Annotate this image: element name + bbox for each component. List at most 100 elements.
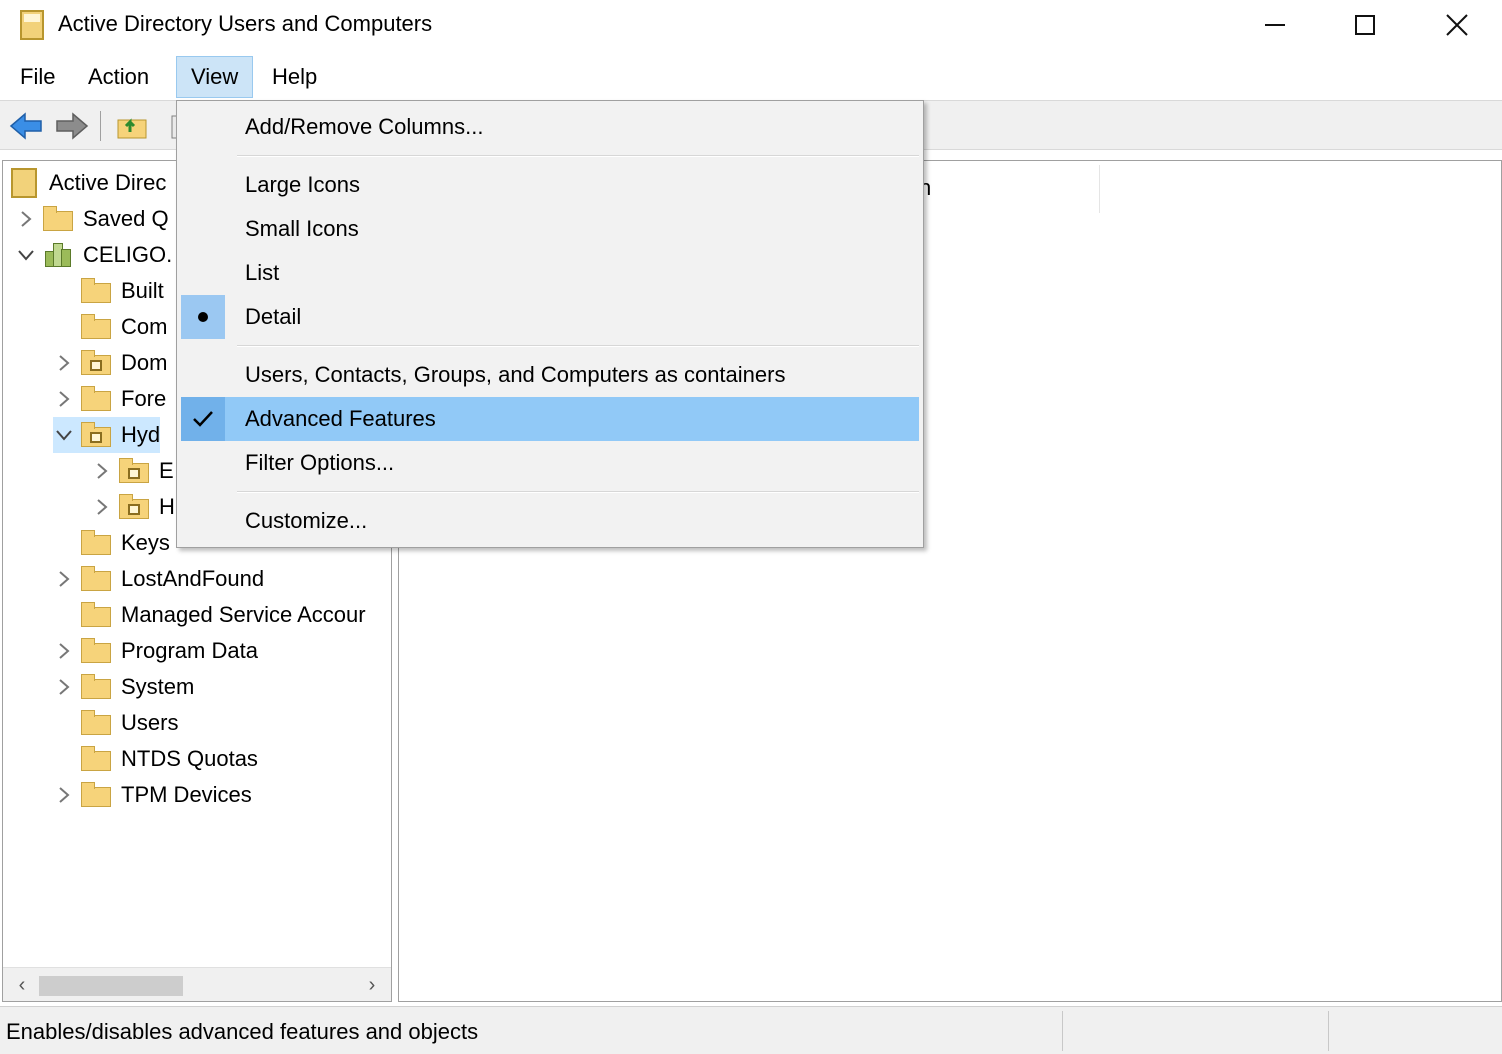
menu-item-gutter <box>181 163 225 207</box>
tree-item[interactable]: Dom <box>53 345 167 381</box>
expand-chevron-icon[interactable] <box>53 676 75 698</box>
menu-separator <box>237 345 919 347</box>
tree-item-label: Saved Q <box>83 206 169 231</box>
menu-view[interactable]: View <box>176 56 254 98</box>
folder-icon <box>81 314 111 339</box>
menu-item-label: Detail <box>245 304 302 329</box>
tree-item[interactable]: Users <box>53 705 178 741</box>
tree-item[interactable]: Com <box>53 309 167 345</box>
tree-item[interactable]: Hyd <box>53 417 161 453</box>
expand-chevron-icon[interactable] <box>91 460 113 482</box>
menu-item-gutter <box>181 441 225 485</box>
checkmark-icon <box>193 411 213 427</box>
collapse-chevron-icon[interactable] <box>15 244 37 266</box>
tree-item[interactable]: Fore <box>53 381 166 417</box>
tree-item[interactable]: Managed Service Accour <box>53 597 366 633</box>
back-arrow-icon <box>9 112 42 140</box>
tree-item-label: Fore <box>121 386 167 411</box>
tree-item[interactable]: System <box>53 669 194 705</box>
menu-item-detail[interactable]: Detail <box>181 295 919 339</box>
ou-folder-icon <box>119 494 149 519</box>
up-one-level-button[interactable] <box>114 109 150 143</box>
tree-item-label: Users <box>121 710 179 735</box>
menu-separator <box>237 155 919 157</box>
maximize-button[interactable] <box>1320 0 1410 50</box>
tree-item[interactable]: Active Direc <box>11 165 166 201</box>
domain-icon <box>43 241 73 269</box>
tree-item-label: Built <box>121 278 164 303</box>
minimize-icon <box>1265 24 1285 26</box>
menu-item-small-icons[interactable]: Small Icons <box>181 207 919 251</box>
menu-item-large-icons[interactable]: Large Icons <box>181 163 919 207</box>
scroll-right-icon[interactable]: › <box>359 972 385 998</box>
scroll-thumb[interactable] <box>39 976 183 996</box>
folder-icon <box>81 746 111 771</box>
menu-help[interactable]: Help <box>256 56 333 98</box>
ad-app-icon <box>20 10 44 40</box>
tree-item[interactable]: TPM Devices <box>53 777 252 813</box>
status-separator <box>1062 1011 1063 1051</box>
menu-item-gutter <box>181 397 225 441</box>
expand-chevron-icon[interactable] <box>15 208 37 230</box>
expand-chevron-icon[interactable] <box>53 568 75 590</box>
tree-item[interactable]: E <box>91 453 174 489</box>
tree-item[interactable]: Built <box>53 273 164 309</box>
status-bar: Enables/disables advanced features and o… <box>0 1006 1502 1054</box>
no-expander <box>53 604 75 626</box>
toolbar-separator <box>100 111 101 141</box>
forward-button[interactable] <box>54 109 90 143</box>
folder-icon <box>81 530 111 555</box>
ou-folder-icon <box>81 422 111 447</box>
tree-item[interactable]: Saved Q <box>15 201 169 237</box>
tree-item-label: Active Direc <box>49 170 167 195</box>
window-title: Active Directory Users and Computers <box>58 11 433 36</box>
tree-item[interactable]: LostAndFound <box>53 561 264 597</box>
menu-action[interactable]: Action <box>72 56 165 98</box>
tree-item[interactable]: H <box>91 489 175 525</box>
menu-item-label: Users, Contacts, Groups, and Computers a… <box>245 362 786 387</box>
ad-root-icon <box>11 168 37 198</box>
menu-item-gutter <box>181 207 225 251</box>
column-divider[interactable] <box>1099 165 1100 213</box>
tree-item[interactable]: NTDS Quotas <box>53 741 258 777</box>
expand-chevron-icon[interactable] <box>91 496 113 518</box>
forward-arrow-icon <box>56 112 89 140</box>
menu-item-label: Filter Options... <box>245 450 395 475</box>
menu-item-customize[interactable]: Customize... <box>181 499 919 543</box>
menu-item-advanced-features[interactable]: Advanced Features <box>181 397 919 441</box>
expand-chevron-icon[interactable] <box>53 784 75 806</box>
radio-bullet-icon <box>198 312 208 322</box>
tree-item-label: H <box>159 494 175 519</box>
tree-item-label: Keys <box>121 530 170 555</box>
tree-item[interactable]: Program Data <box>53 633 258 669</box>
tree-item[interactable]: CELIGO. <box>15 237 172 273</box>
expand-chevron-icon[interactable] <box>53 388 75 410</box>
ou-folder-icon <box>81 350 111 375</box>
menu-file[interactable]: File <box>4 56 71 98</box>
back-button[interactable] <box>8 109 44 143</box>
folder-icon <box>81 278 111 303</box>
tree-item-label: TPM Devices <box>121 782 252 807</box>
menu-bar: File Action View Help <box>0 54 1502 100</box>
folder-icon <box>81 602 111 627</box>
menu-item-add-remove-columns[interactable]: Add/Remove Columns... <box>181 105 919 149</box>
tree-item-label: LostAndFound <box>121 566 265 591</box>
menu-item-gutter <box>181 353 225 397</box>
tree-item-label: Dom <box>121 350 168 375</box>
up-folder-icon <box>117 118 147 139</box>
expand-chevron-icon[interactable] <box>53 640 75 662</box>
menu-item-gutter <box>181 499 225 543</box>
menu-item-list[interactable]: List <box>181 251 919 295</box>
expand-chevron-icon[interactable] <box>53 352 75 374</box>
tree-item[interactable]: Keys <box>53 525 170 561</box>
minimize-button[interactable] <box>1230 0 1320 50</box>
tree-horizontal-scrollbar[interactable]: ‹ › <box>3 967 391 1001</box>
collapse-chevron-icon[interactable] <box>53 424 75 446</box>
menu-item-filter-options[interactable]: Filter Options... <box>181 441 919 485</box>
view-menu-dropdown: Add/Remove Columns... Large Icons Small Ic… <box>176 100 924 548</box>
tree-item-label: Com <box>121 314 168 339</box>
close-button[interactable] <box>1412 0 1502 50</box>
scroll-left-icon[interactable]: ‹ <box>9 972 35 998</box>
menu-item-users-contacts-groups-and-computers-as-containers[interactable]: Users, Contacts, Groups, and Computers a… <box>181 353 919 397</box>
folder-icon <box>81 710 111 735</box>
